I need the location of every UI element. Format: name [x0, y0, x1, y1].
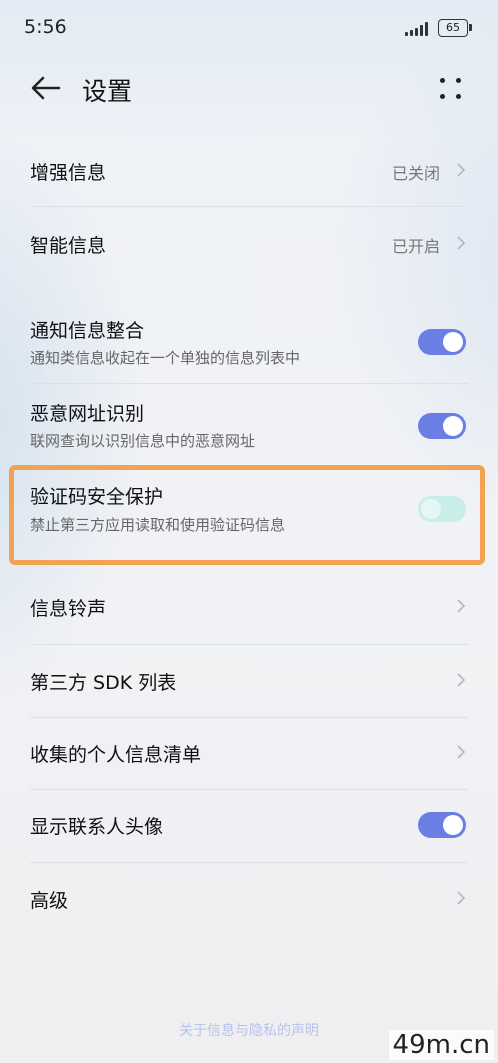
back-arrow-icon[interactable]	[26, 70, 66, 106]
toggle-knob	[443, 416, 463, 436]
chevron-right-icon	[457, 891, 466, 905]
notification-merge-toggle[interactable]	[418, 329, 466, 355]
setting-label: 显示联系人头像	[30, 816, 164, 838]
toggle-knob	[443, 332, 463, 352]
setting-label: 增强信息	[30, 162, 107, 184]
setting-ringtone[interactable]: 信息铃声	[0, 572, 498, 644]
battery-icon: 65	[438, 19, 468, 37]
setting-label: 通知信息整合	[30, 320, 145, 342]
watermark: 49m.cn	[388, 1030, 494, 1060]
malicious-url-toggle[interactable]	[418, 413, 466, 439]
chevron-right-icon	[457, 163, 466, 177]
setting-subtitle: 联网查询以识别信息中的恶意网址	[30, 432, 256, 450]
status-time: 5:56	[24, 16, 67, 38]
setting-enhanced-info[interactable]: 增强信息 已关闭	[0, 122, 498, 206]
setting-label: 信息铃声	[30, 598, 107, 620]
toggle-knob	[443, 815, 463, 835]
chevron-right-icon	[457, 599, 466, 613]
setting-contact-avatar[interactable]: 显示联系人头像	[0, 790, 498, 862]
chevron-right-icon	[457, 236, 466, 250]
page-title: 设置	[82, 77, 133, 106]
setting-label: 恶意网址识别	[30, 403, 145, 425]
setting-smart-info[interactable]: 智能信息 已开启	[0, 207, 498, 279]
setting-subtitle: 通知类信息收起在一个单独的信息列表中	[30, 349, 301, 367]
setting-label: 高级	[30, 890, 69, 912]
highlight-box	[9, 465, 485, 565]
setting-value: 已关闭	[391, 164, 440, 183]
setting-malicious-url[interactable]: 恶意网址识别 联网查询以识别信息中的恶意网址	[0, 384, 498, 466]
battery-cap	[469, 24, 472, 31]
contact-avatar-toggle[interactable]	[418, 812, 466, 838]
setting-personal-info[interactable]: 收集的个人信息清单	[0, 718, 498, 790]
header: 设置	[0, 58, 498, 122]
setting-label: 收集的个人信息清单	[30, 744, 202, 766]
setting-advanced[interactable]: 高级	[0, 863, 498, 935]
signal-icon	[405, 22, 428, 36]
setting-notification-merge[interactable]: 通知信息整合 通知类信息收起在一个单独的信息列表中	[0, 302, 498, 382]
chevron-right-icon	[457, 673, 466, 687]
setting-sdk-list[interactable]: 第三方 SDK 列表	[0, 645, 498, 717]
setting-value: 已开启	[391, 237, 440, 256]
more-options-icon[interactable]	[436, 74, 466, 104]
status-bar: 5:56 65	[0, 0, 498, 58]
chevron-right-icon	[457, 745, 466, 759]
setting-label: 第三方 SDK 列表	[30, 672, 177, 694]
setting-label: 智能信息	[30, 235, 107, 257]
